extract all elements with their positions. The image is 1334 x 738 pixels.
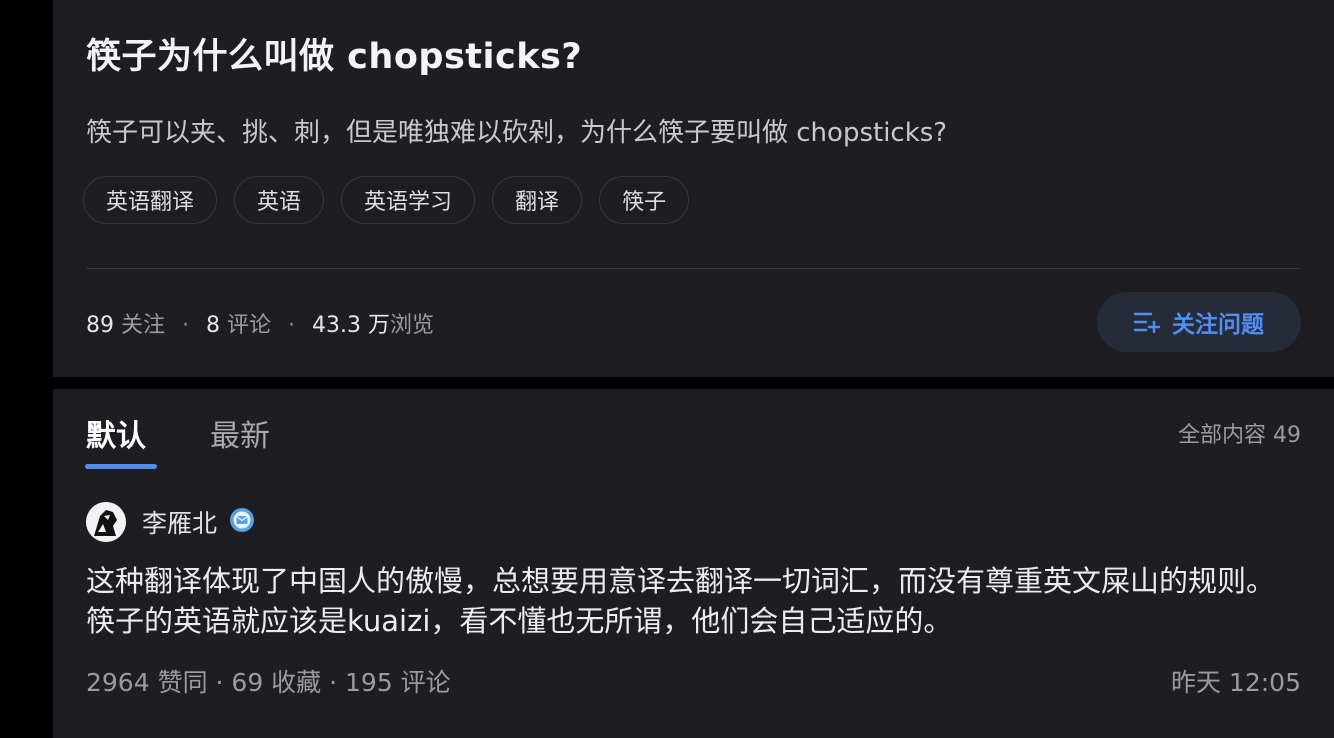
answer-author: 李雁北 — [86, 502, 255, 542]
active-tab-indicator — [85, 464, 157, 469]
comments-count[interactable]: 8 — [206, 313, 220, 338]
tab-latest[interactable]: 最新 — [210, 411, 270, 455]
topic-tags: 英语翻译 英语 英语学习 翻译 筷子 — [83, 176, 706, 224]
follow-question-icon — [1134, 312, 1160, 333]
verified-badge-icon — [229, 507, 255, 537]
question-description: 筷子可以夹、挑、刺，但是唯独难以砍剁，为什么筷子要叫做 chopsticks? — [86, 118, 948, 148]
question-stats: 89 关注 · 8 评论 · 43.3 万浏览 — [86, 307, 434, 339]
answer-time: 昨天 12:05 — [1171, 668, 1301, 697]
answers-card: 默认 最新 全部内容 49 李雁北 这种翻译体现了中国人的傲慢，总想要用意译去翻… — [53, 389, 1334, 738]
followers-count: 89 — [86, 313, 114, 338]
topic-tag[interactable]: 筷子 — [599, 176, 690, 224]
follow-question-button[interactable]: 关注问题 — [1097, 292, 1301, 352]
follow-question-label: 关注问题 — [1172, 312, 1264, 338]
tab-default[interactable]: 默认 — [86, 411, 146, 455]
comments-label[interactable]: 评论 — [227, 313, 271, 338]
question-title[interactable]: 筷子为什么叫做 chopsticks? — [86, 28, 582, 79]
avatar[interactable] — [86, 502, 126, 542]
views-count: 43.3 万 — [312, 313, 391, 338]
topic-tag[interactable]: 翻译 — [492, 176, 583, 224]
answer-content[interactable]: 这种翻译体现了中国人的傲慢，总想要用意译去翻译一切词汇，而没有尊重英文屎山的规则… — [86, 561, 1301, 641]
avatar-image — [86, 502, 126, 542]
author-name[interactable]: 李雁北 — [142, 504, 217, 540]
topic-tag[interactable]: 英语 — [234, 176, 325, 224]
separator-dot: · — [182, 313, 190, 338]
divider — [86, 268, 1301, 269]
answer-meta: 2964 赞同 · 69 收藏 · 195 评论 — [86, 668, 451, 697]
total-content-count: 全部内容 49 — [1178, 423, 1301, 448]
topic-tag[interactable]: 英语学习 — [341, 176, 476, 224]
tab-latest-label: 最新 — [210, 419, 270, 454]
separator-dot: · — [288, 313, 296, 338]
topic-tag[interactable]: 英语翻译 — [83, 176, 218, 224]
views-label: 浏览 — [390, 313, 435, 338]
followers-label: 关注 — [121, 313, 166, 338]
question-card: 筷子为什么叫做 chopsticks? 筷子可以夹、挑、刺，但是唯独难以砍剁，为… — [53, 0, 1334, 377]
tab-default-label: 默认 — [86, 419, 146, 454]
